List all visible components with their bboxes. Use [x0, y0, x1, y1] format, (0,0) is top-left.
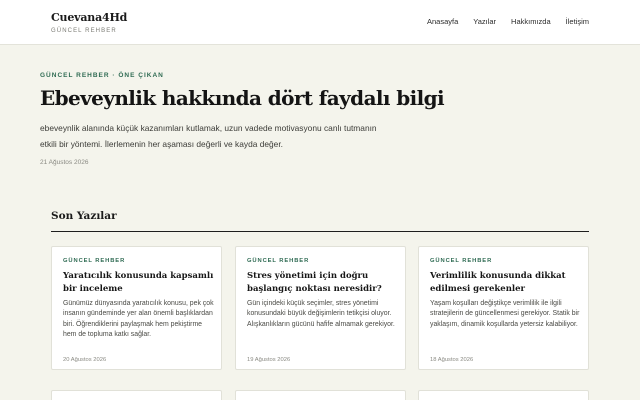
section-divider [51, 231, 589, 232]
nav-contact[interactable]: İletişim [566, 17, 589, 26]
post-card-partial[interactable] [51, 390, 222, 400]
main-nav: Anasayfa Yazılar Hakkımızda İletişim [427, 17, 589, 26]
nav-about[interactable]: Hakkımızda [511, 17, 551, 26]
card-excerpt: Gün içindeki küçük seçimler, stres yönet… [247, 300, 395, 328]
hero-excerpt: ebeveynlik alanında küçük kazanımları ku… [40, 123, 377, 149]
post-card[interactable]: GÜNCEL REHBER Yaratıcılık konusunda kaps… [51, 246, 222, 370]
card-kicker: GÜNCEL REHBER [430, 258, 493, 264]
card-title[interactable]: Yaratıcılık konusunda kapsamlı bir incel… [63, 270, 215, 295]
card-title[interactable]: Verimlilik konusunda dikkat edilmesi ger… [430, 270, 582, 295]
site-logo[interactable]: Cuevana4Hd [51, 11, 127, 24]
nav-posts[interactable]: Yazılar [473, 17, 496, 26]
card-excerpt: Yaşam koşulları değiştikçe verimlilik il… [430, 300, 580, 328]
site-header: Cuevana4Hd GÜNCEL REHBER Anasayfa Yazıla… [0, 0, 640, 45]
hero-kicker: GÜNCEL REHBER · ÖNE ÇIKAN [40, 72, 164, 79]
card-date: 19 Ağustos 2026 [247, 357, 291, 363]
post-card[interactable]: GÜNCEL REHBER Verimlilik konusunda dikka… [418, 246, 589, 370]
card-title[interactable]: Stres yönetimi için doğru başlangıç nokt… [247, 270, 399, 295]
post-card[interactable]: GÜNCEL REHBER Stres yönetimi için doğru … [235, 246, 406, 370]
post-card-partial[interactable] [235, 390, 406, 400]
hero-title[interactable]: Ebeveynlik hakkında dört faydalı bilgi [40, 86, 445, 110]
nav-home[interactable]: Anasayfa [427, 17, 458, 26]
card-excerpt: Günümüz dünyasında yaratıcılık konusu, p… [63, 300, 214, 338]
card-kicker: GÜNCEL REHBER [63, 258, 126, 264]
hero-date: 21 Ağustos 2026 [40, 159, 89, 166]
post-card-partial[interactable] [418, 390, 589, 400]
section-title: Son Yazılar [51, 210, 117, 222]
site-tagline: GÜNCEL REHBER [51, 28, 117, 34]
card-date: 20 Ağustos 2026 [63, 357, 107, 363]
card-date: 18 Ağustos 2026 [430, 357, 474, 363]
card-kicker: GÜNCEL REHBER [247, 258, 310, 264]
